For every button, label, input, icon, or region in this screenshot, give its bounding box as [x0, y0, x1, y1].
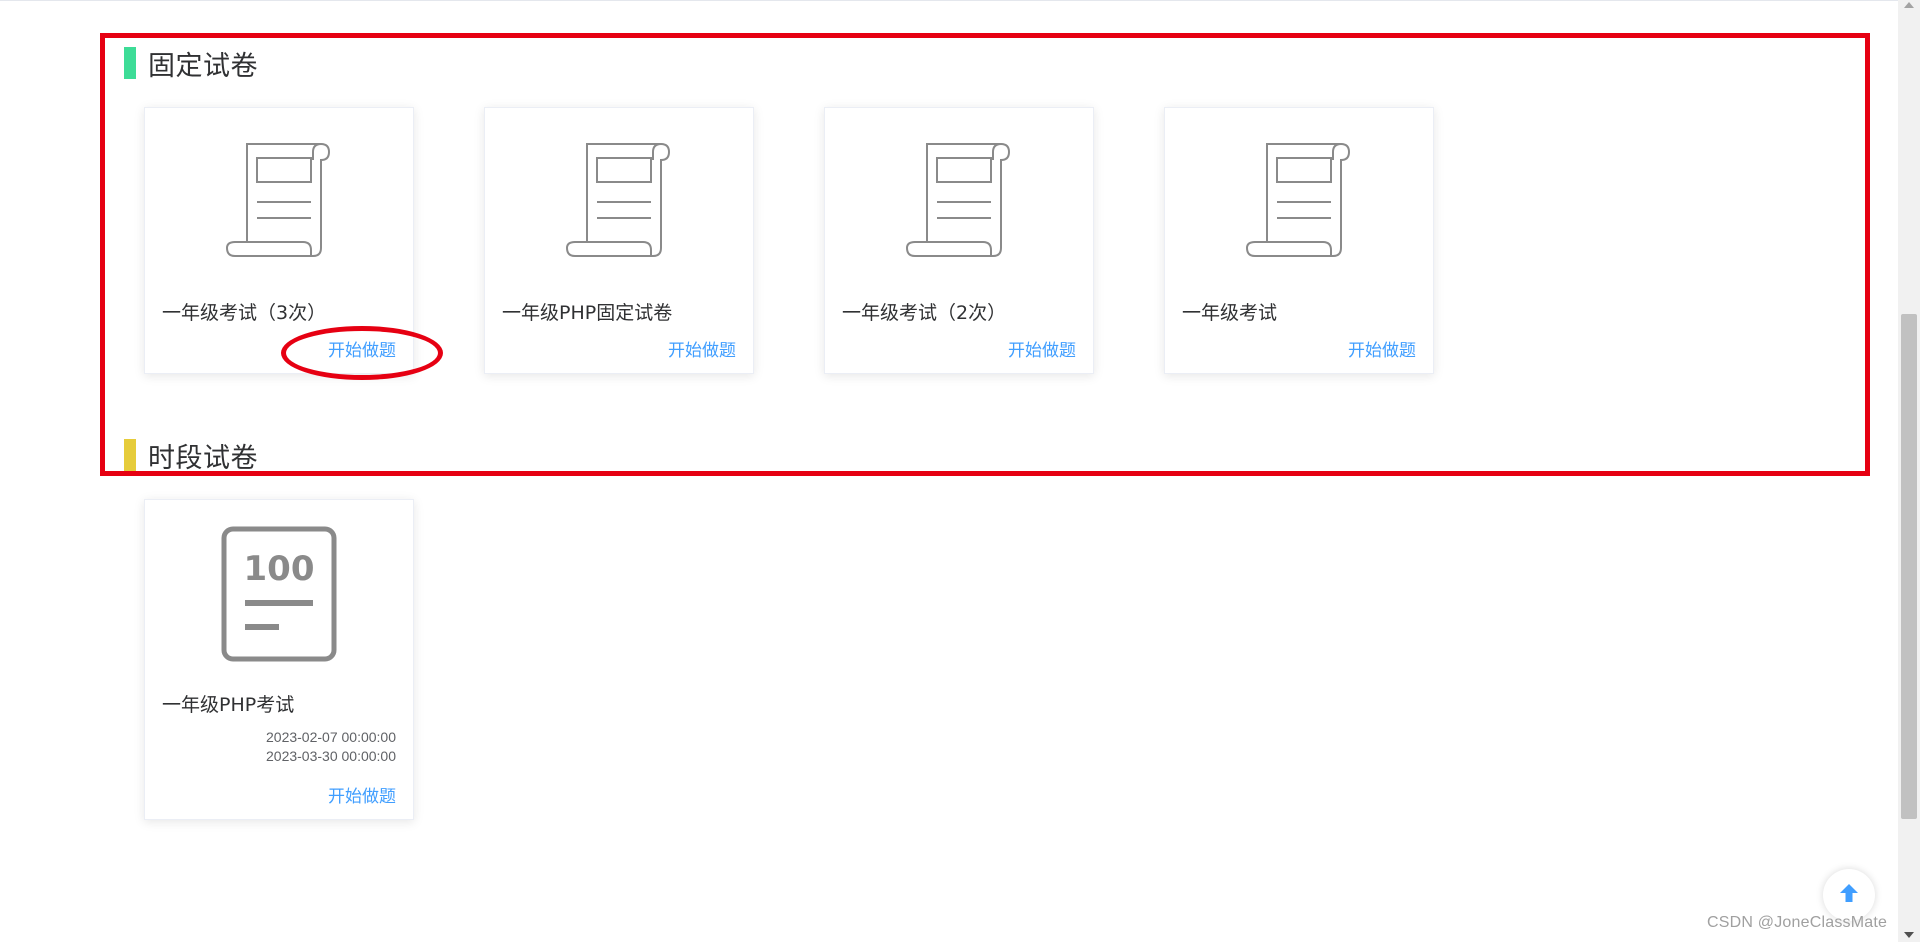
start-exam-link[interactable]: 开始做题 [328, 782, 396, 807]
scroll-down-icon[interactable] [1904, 932, 1914, 938]
paper-title: 一年级PHP考试 [162, 694, 295, 716]
annotation-highlight-ellipse [281, 326, 443, 380]
watermark: CSDN @JoneClassMate [1707, 914, 1888, 931]
arrow-up-icon [1838, 882, 1860, 908]
score-sheet-icon: 100 [145, 526, 413, 662]
score-value: 100 [244, 549, 315, 589]
paper-card: 100 一年级PHP考试 2023-02-07 00:00:00 2023-03… [144, 499, 414, 820]
scroll-up-icon[interactable] [1904, 2, 1914, 8]
annotation-highlight-box [100, 33, 1870, 476]
start-time: 2023-02-07 00:00:00 [266, 729, 396, 745]
scrollbar-thumb[interactable] [1901, 314, 1917, 819]
top-divider [0, 0, 1898, 1]
end-time: 2023-03-30 00:00:00 [266, 748, 396, 764]
